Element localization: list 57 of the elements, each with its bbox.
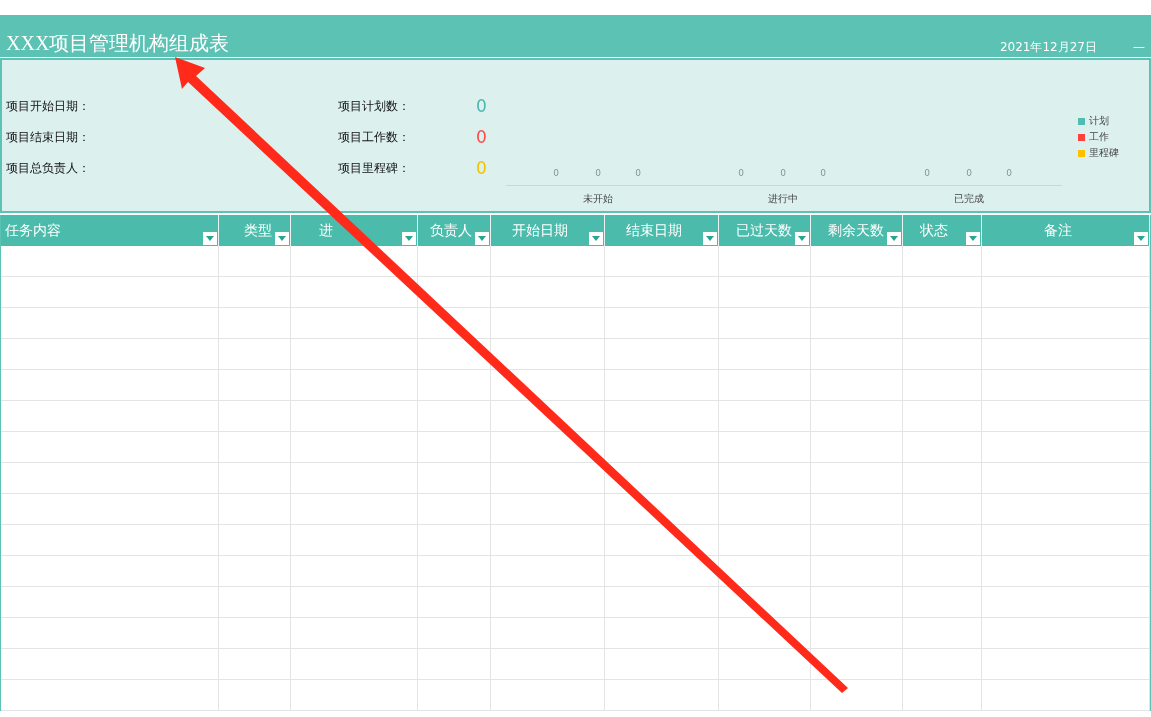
column-header: 状态 bbox=[920, 221, 948, 240]
category-label: 未开始 bbox=[583, 193, 613, 204]
caret-icon bbox=[206, 236, 214, 241]
legend-label: 里程碑 bbox=[1089, 146, 1119, 160]
stat-value: 0 bbox=[476, 96, 487, 117]
caret-icon bbox=[969, 236, 977, 241]
column-header: 类型 bbox=[244, 221, 272, 240]
caret-icon bbox=[278, 236, 286, 241]
filter-dropdown[interactable] bbox=[1134, 232, 1148, 245]
column-header: 负责人 bbox=[430, 221, 472, 240]
field-label: 项目开始日期： bbox=[6, 98, 91, 115]
field-label: 项目总负责人： bbox=[6, 160, 91, 177]
legend-label: 工作 bbox=[1089, 130, 1109, 144]
filter-dropdown[interactable] bbox=[275, 232, 289, 245]
caret-icon bbox=[592, 236, 600, 241]
column-header: 任务内容 bbox=[5, 221, 61, 240]
value-label: 0 bbox=[966, 168, 972, 178]
column-header: 已过天数 bbox=[736, 221, 792, 240]
value-label: 0 bbox=[738, 168, 744, 178]
value-label: 0 bbox=[635, 168, 641, 178]
value-label: 0 bbox=[1006, 168, 1012, 178]
filter-dropdown[interactable] bbox=[703, 232, 717, 245]
caret-icon bbox=[1137, 236, 1145, 241]
caret-icon bbox=[405, 236, 413, 241]
caret-icon bbox=[478, 236, 486, 241]
filter-dropdown[interactable] bbox=[203, 232, 217, 245]
stat-label: 项目计划数： bbox=[338, 98, 411, 115]
stat-value: 0 bbox=[476, 127, 487, 148]
filter-dropdown[interactable] bbox=[402, 232, 416, 245]
field-label: 项目结束日期： bbox=[6, 129, 91, 146]
stat-value: 0 bbox=[476, 158, 487, 179]
date-text: 2021年12月27日 bbox=[999, 39, 1097, 55]
caret-icon bbox=[798, 236, 806, 241]
filter-dropdown[interactable] bbox=[887, 232, 901, 245]
caret-icon bbox=[706, 236, 714, 241]
filter-dropdown[interactable] bbox=[475, 232, 489, 245]
filter-dropdown[interactable] bbox=[795, 232, 809, 245]
value-label: 0 bbox=[553, 168, 559, 178]
column-header: 进 bbox=[319, 221, 333, 240]
stat-label: 项目工作数： bbox=[338, 129, 411, 146]
column-header: 备注 bbox=[1043, 221, 1072, 240]
dash-mark: — bbox=[1133, 39, 1145, 55]
legend-label: 计划 bbox=[1089, 114, 1109, 128]
value-label: 0 bbox=[820, 168, 826, 178]
value-label: 0 bbox=[924, 168, 930, 178]
stat-label: 项目里程碑： bbox=[338, 160, 411, 177]
filter-dropdown[interactable] bbox=[589, 232, 603, 245]
filter-dropdown[interactable] bbox=[966, 232, 980, 245]
sheet-title: XXX项目管理机构组成表 bbox=[6, 31, 231, 55]
value-label: 0 bbox=[595, 168, 601, 178]
column-header: 剩余天数 bbox=[828, 221, 884, 240]
column-header: 结束日期 bbox=[625, 221, 682, 240]
caret-icon bbox=[890, 236, 898, 241]
value-label: 0 bbox=[780, 168, 786, 178]
category-label: 进行中 bbox=[768, 193, 798, 204]
category-label: 已完成 bbox=[954, 193, 984, 204]
column-header: 开始日期 bbox=[511, 221, 568, 240]
